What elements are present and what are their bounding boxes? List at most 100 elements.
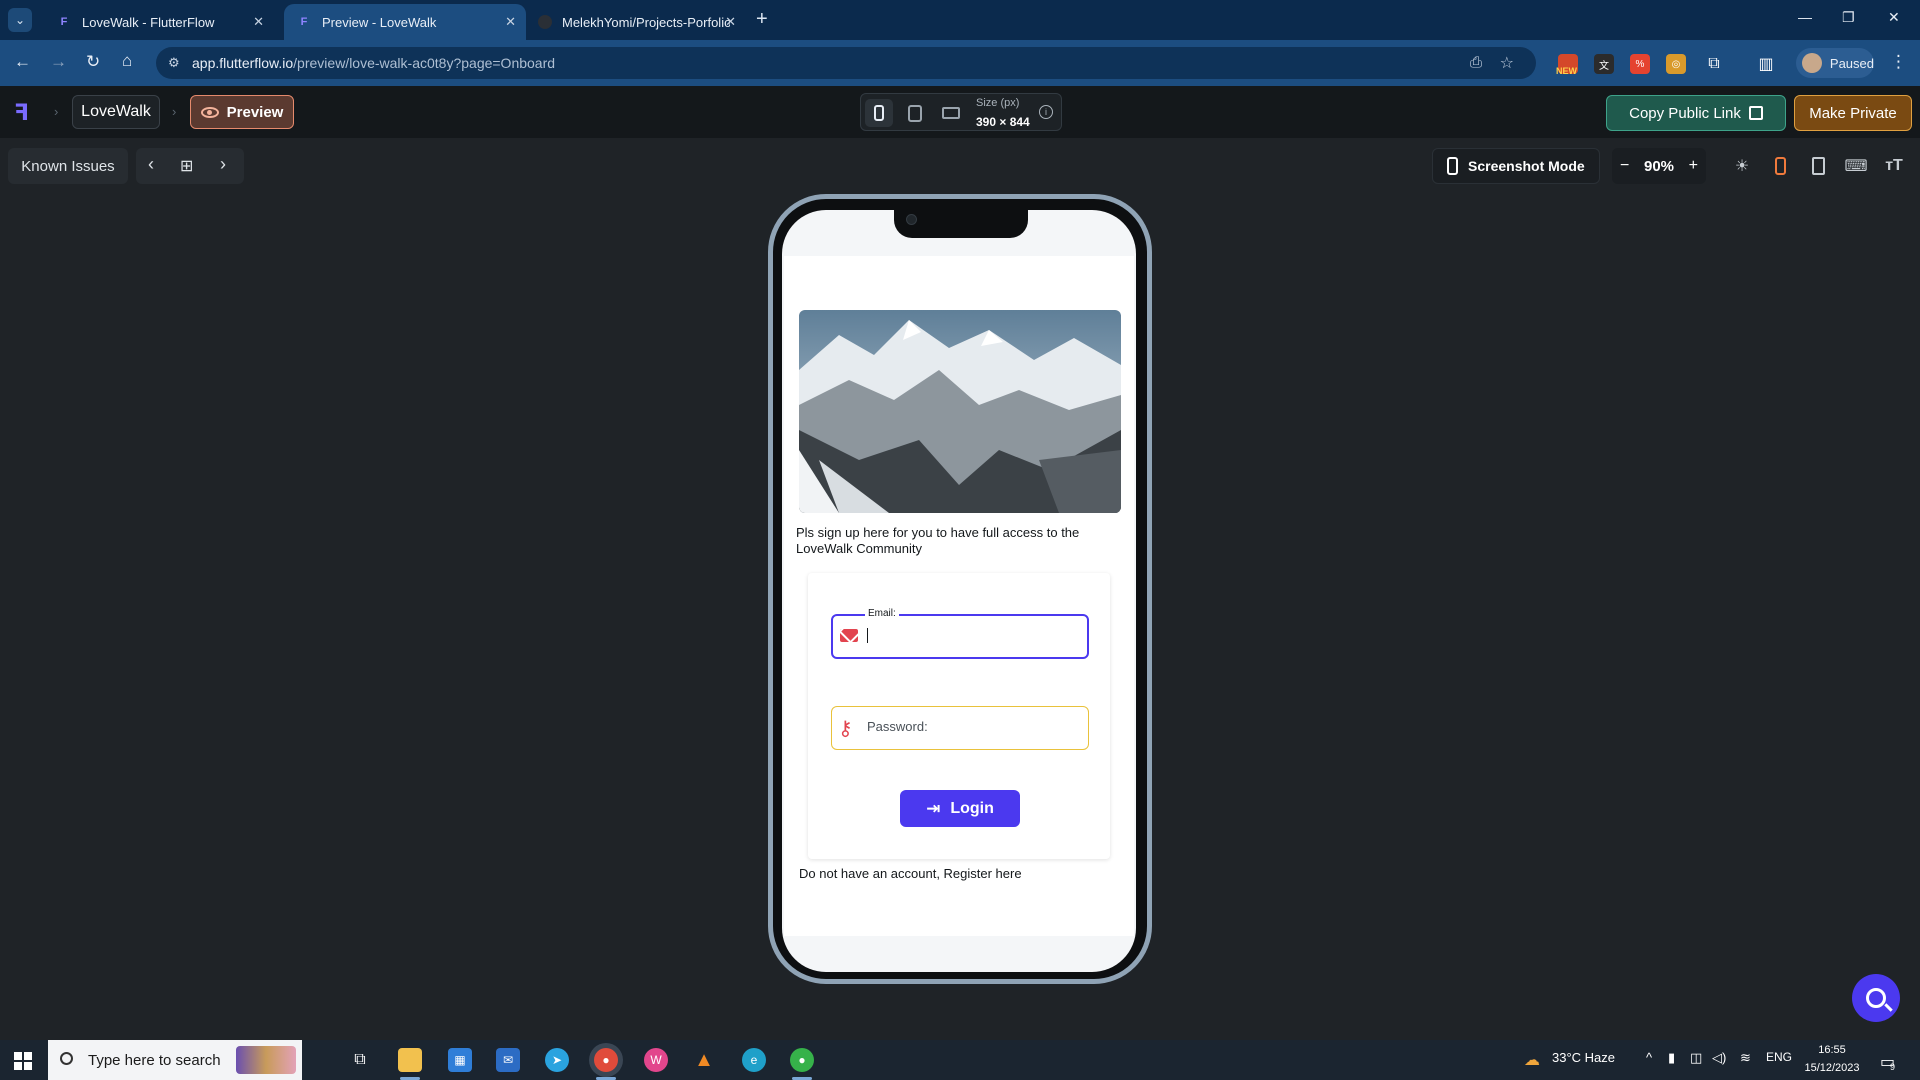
- tablet-device-button[interactable]: [901, 99, 929, 127]
- tab-title: LoveWalk - FlutterFlow: [82, 14, 215, 30]
- language-indicator[interactable]: ENG: [1766, 1050, 1792, 1064]
- tab-close-icon[interactable]: ✕: [725, 14, 736, 30]
- site-info-icon[interactable]: ⚙: [168, 55, 180, 71]
- known-issues-button[interactable]: Known Issues: [8, 148, 128, 184]
- forward-icon[interactable]: →: [50, 52, 67, 72]
- next-page-icon[interactable]: ›: [220, 154, 226, 175]
- register-link[interactable]: Do not have an account, Register here: [799, 866, 1022, 881]
- wechat-icon[interactable]: ●: [790, 1048, 814, 1072]
- wifi-icon[interactable]: ≋: [1740, 1050, 1751, 1066]
- task-view-icon[interactable]: ⧉: [348, 1048, 372, 1072]
- text-scale-icon[interactable]: ᴛT: [1884, 156, 1904, 176]
- extension-percent-icon[interactable]: %: [1630, 54, 1650, 74]
- phone-icon: [874, 105, 884, 121]
- edge-icon[interactable]: e: [742, 1048, 766, 1072]
- back-icon[interactable]: ←: [14, 52, 31, 72]
- size-value: 390 × 844: [976, 115, 1030, 129]
- notification-count: 9: [1890, 1062, 1896, 1072]
- reload-icon[interactable]: ↻: [86, 52, 100, 72]
- desktop-icon: [942, 107, 960, 119]
- flutterflow-favicon-icon: F: [300, 16, 308, 28]
- minimize-icon[interactable]: —: [1798, 9, 1812, 25]
- tab-title: MelekhYomi/Projects-Porfolio-l: [562, 14, 730, 30]
- mobile-device-button[interactable]: [865, 99, 893, 127]
- show-hidden-icons-icon[interactable]: ^: [1646, 1050, 1652, 1065]
- vlc-icon[interactable]: ▲: [692, 1048, 716, 1072]
- desktop-device-button[interactable]: [937, 99, 965, 127]
- taskbar-search-input[interactable]: Type here to search: [48, 1040, 302, 1080]
- screenshot-mode-button[interactable]: Screenshot Mode: [1432, 148, 1600, 184]
- microsoft-store-icon[interactable]: ▦: [448, 1048, 472, 1072]
- key-icon: ⚷: [838, 718, 853, 740]
- wps-office-icon[interactable]: W: [644, 1048, 668, 1072]
- search-fab-button[interactable]: [1852, 974, 1900, 1022]
- device-frame-icon[interactable]: [1770, 156, 1790, 176]
- extension-coupon-icon[interactable]: ◎: [1666, 54, 1686, 74]
- tab-search-button[interactable]: ⌄: [8, 8, 32, 32]
- bookmark-star-icon[interactable]: ☆: [1500, 53, 1514, 73]
- windows-start-icon[interactable]: [14, 1052, 32, 1070]
- home-icon[interactable]: ⌂: [122, 51, 132, 71]
- page-navigation: ‹ ⊞ ›: [136, 148, 244, 184]
- eye-icon: [200, 106, 219, 118]
- tab-close-icon[interactable]: ✕: [505, 14, 516, 30]
- meet-now-icon[interactable]: ◫: [1690, 1050, 1702, 1066]
- tab-github-projects[interactable]: MelekhYomi/Projects-Porfolio-l ✕: [526, 4, 746, 40]
- weather-text[interactable]: 33°C Haze: [1552, 1050, 1615, 1065]
- tab-title: Preview - LoveWalk: [322, 14, 437, 30]
- external-link-icon: [1748, 106, 1763, 120]
- extension-translate-icon[interactable]: 文: [1594, 54, 1614, 74]
- zoom-in-button[interactable]: +: [1689, 157, 1698, 175]
- preview-button[interactable]: Preview: [190, 95, 294, 129]
- status-bar-icon[interactable]: [1808, 156, 1828, 176]
- network-signal-icon[interactable]: ▮: [1668, 1050, 1675, 1066]
- close-window-icon[interactable]: ✕: [1888, 9, 1900, 26]
- new-tab-button[interactable]: +: [756, 8, 768, 31]
- login-label: Login: [950, 799, 994, 817]
- profile-button[interactable]: Paused: [1796, 48, 1874, 78]
- tab-lovewalk-flutterflow[interactable]: F LoveWalk - FlutterFlow ✕: [44, 4, 274, 40]
- zoom-control: − 90% +: [1612, 148, 1706, 184]
- keyboard-icon[interactable]: ⌨: [1844, 156, 1867, 176]
- url-input[interactable]: ⚙ app.flutterflow.io/preview/love-walk-a…: [156, 47, 1536, 79]
- avatar: [1802, 53, 1822, 73]
- install-app-icon[interactable]: ⎙: [1470, 54, 1482, 71]
- clock-time[interactable]: 16:55: [1800, 1044, 1864, 1056]
- light-mode-icon[interactable]: ☀: [1732, 156, 1752, 176]
- taskbar-search-placeholder: Type here to search: [88, 1051, 221, 1069]
- clock-date[interactable]: 15/12/2023: [1800, 1062, 1864, 1074]
- make-private-button[interactable]: Make Private: [1794, 95, 1912, 131]
- page-grid-icon[interactable]: ⊞: [180, 156, 193, 176]
- side-panel-icon[interactable]: ▥: [1756, 54, 1776, 74]
- device-size-selector: [860, 93, 1062, 131]
- tablet-icon: [908, 104, 922, 122]
- project-name-button[interactable]: LoveWalk: [72, 95, 160, 129]
- tab-preview-lovewalk[interactable]: F Preview - LoveWalk ✕: [284, 4, 526, 40]
- email-field[interactable]: [831, 614, 1089, 659]
- tab-close-icon[interactable]: ✕: [253, 14, 264, 30]
- info-icon[interactable]: i: [1039, 105, 1053, 119]
- restore-icon[interactable]: ❐: [1842, 9, 1855, 26]
- browser-menu-icon[interactable]: ⋮: [1890, 52, 1907, 72]
- extension-new-badge: NEW: [1556, 66, 1577, 76]
- extensions-puzzle-icon[interactable]: ⧉: [1704, 54, 1724, 74]
- telegram-icon[interactable]: ➤: [545, 1048, 569, 1072]
- file-explorer-icon[interactable]: [398, 1048, 422, 1072]
- size-label: Size (px): [976, 97, 1020, 109]
- copy-public-link-button[interactable]: Copy Public Link: [1606, 95, 1786, 131]
- flutterflow-logo-icon[interactable]: ꟻ: [14, 100, 38, 125]
- previous-page-icon[interactable]: ‹: [148, 154, 154, 175]
- zoom-out-button[interactable]: −: [1620, 157, 1629, 175]
- login-button[interactable]: ⇥ Login: [900, 790, 1020, 827]
- mail-app-icon[interactable]: ✉: [496, 1048, 520, 1072]
- github-favicon-icon: [538, 15, 552, 29]
- url-host: app.flutterflow.io: [192, 55, 294, 71]
- search-icon: [1866, 988, 1886, 1008]
- profile-status: Paused: [1829, 55, 1874, 71]
- volume-icon[interactable]: ◁): [1712, 1050, 1726, 1066]
- chrome-icon[interactable]: ●: [594, 1048, 618, 1072]
- email-field-label: Email:: [865, 608, 899, 619]
- weather-icon[interactable]: ☁: [1524, 1050, 1540, 1070]
- login-icon: ⇥: [926, 798, 941, 818]
- url-path: /preview/love-walk-ac0t8y?page=Onboard: [293, 55, 556, 71]
